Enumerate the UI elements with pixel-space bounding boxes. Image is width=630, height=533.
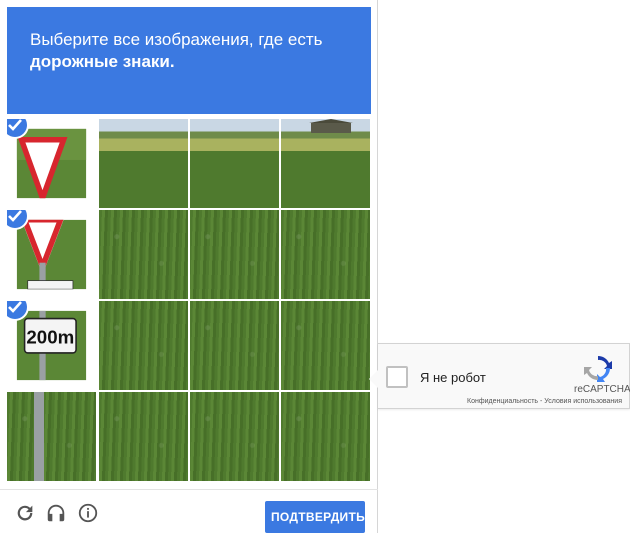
- privacy-links: Конфиденциальность - Условия использован…: [378, 398, 622, 405]
- grid-tile[interactable]: [281, 392, 370, 481]
- grid-tile[interactable]: [99, 392, 188, 481]
- instruction-banner: Выберите все изображения, где есть дорож…: [7, 7, 371, 114]
- checkbox-label: Я не робот: [420, 370, 486, 385]
- recaptcha-widget: Я не робот reCAPTCHA Конфиденциальность …: [369, 343, 630, 409]
- grid-tile[interactable]: [7, 210, 96, 299]
- captcha-challenge: Выберите все изображения, где есть дорож…: [0, 0, 378, 533]
- recaptcha-brand: reCAPTCHA: [574, 384, 630, 395]
- grid-tile[interactable]: [7, 119, 96, 208]
- grid-tile[interactable]: [190, 301, 279, 390]
- terms-link[interactable]: Условия использования: [544, 398, 622, 405]
- grid-tile[interactable]: [99, 210, 188, 299]
- grid-tile[interactable]: [281, 119, 370, 208]
- grid-tile[interactable]: 200m: [7, 301, 96, 390]
- privacy-link[interactable]: Конфиденциальность: [467, 398, 538, 405]
- widget-pointer: [369, 370, 378, 388]
- instruction-text: Выберите все изображения, где есть: [30, 30, 323, 49]
- reload-icon[interactable]: [14, 502, 36, 524]
- recaptcha-logo-icon: [584, 354, 612, 382]
- grid-tile[interactable]: [281, 301, 370, 390]
- grid-tile[interactable]: [99, 301, 188, 390]
- headphones-icon[interactable]: [45, 502, 67, 524]
- not-robot-checkbox[interactable]: [386, 366, 408, 388]
- sign-text: 200m: [26, 327, 74, 348]
- verify-button[interactable]: ПОДТВЕРДИТЬ: [265, 501, 365, 533]
- grid-tile[interactable]: [7, 392, 96, 481]
- challenge-footer: ПОДТВЕРДИТЬ: [0, 489, 378, 533]
- instruction-target: дорожные знаки.: [30, 52, 175, 71]
- grid-tile[interactable]: [190, 392, 279, 481]
- grid-tile[interactable]: [190, 119, 279, 208]
- info-icon[interactable]: [77, 502, 99, 524]
- grid-tile[interactable]: [281, 210, 370, 299]
- image-grid: 200m: [7, 119, 371, 483]
- grid-tile[interactable]: [190, 210, 279, 299]
- grid-tile[interactable]: [99, 119, 188, 208]
